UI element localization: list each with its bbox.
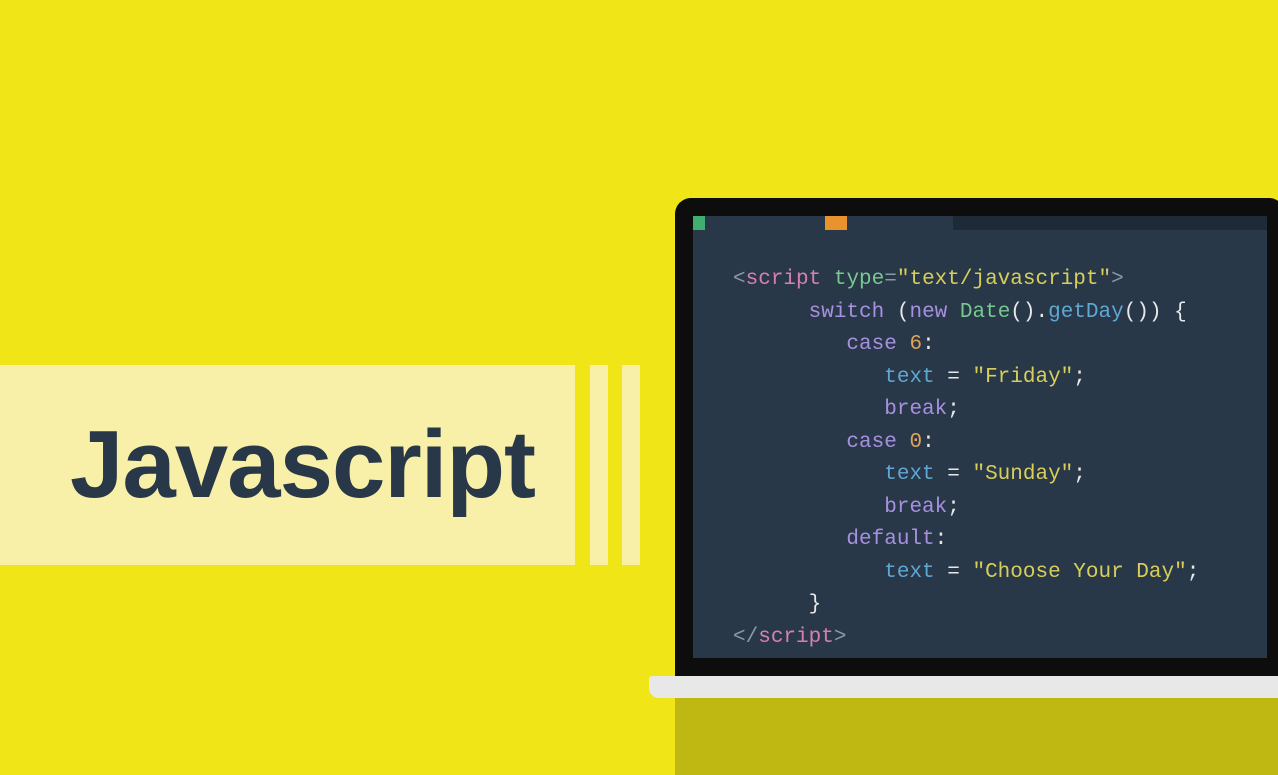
title-text: Javascript bbox=[70, 410, 535, 520]
code-token: (). bbox=[1010, 301, 1048, 324]
code-token: switch bbox=[809, 301, 885, 324]
code-token: ; bbox=[1073, 463, 1086, 486]
code-token: ; bbox=[1073, 366, 1086, 389]
code-token: "Sunday" bbox=[972, 463, 1073, 486]
code-token: 0 bbox=[897, 431, 922, 454]
code-token: > bbox=[834, 626, 847, 649]
code-token: break bbox=[884, 398, 947, 421]
code-token: script bbox=[758, 626, 834, 649]
code-token: </ bbox=[733, 626, 758, 649]
code-token: : bbox=[935, 528, 948, 551]
tab-indicator-green bbox=[693, 216, 705, 230]
title-banner: Javascript bbox=[0, 365, 575, 565]
code-token: 6 bbox=[897, 333, 922, 356]
decorative-stripe bbox=[622, 365, 640, 565]
tab-inactive-area bbox=[953, 216, 1267, 230]
code-token: = bbox=[935, 561, 973, 584]
code-token: default bbox=[846, 528, 934, 551]
code-token: "Choose Your Day" bbox=[972, 561, 1186, 584]
code-token: ; bbox=[947, 398, 960, 421]
code-token: new bbox=[909, 301, 947, 324]
code-token: ()) { bbox=[1124, 301, 1187, 324]
laptop-frame: <script type="text/javascript"> switch (… bbox=[675, 198, 1278, 676]
code-token: ; bbox=[947, 496, 960, 519]
code-token: getDay bbox=[1048, 301, 1124, 324]
laptop-shadow bbox=[675, 695, 1278, 775]
code-token: "Friday" bbox=[972, 366, 1073, 389]
code-token: text bbox=[884, 366, 934, 389]
code-token: > bbox=[1111, 268, 1124, 291]
code-editor-screen: <script type="text/javascript"> switch (… bbox=[693, 216, 1267, 658]
code-token: type bbox=[821, 268, 884, 291]
code-token: = bbox=[884, 268, 897, 291]
code-token: script bbox=[746, 268, 822, 291]
tab-indicator-orange bbox=[825, 216, 847, 230]
code-token: break bbox=[884, 496, 947, 519]
code-token: "text/javascript" bbox=[897, 268, 1111, 291]
decorative-stripe bbox=[590, 365, 608, 565]
code-token: text bbox=[884, 561, 934, 584]
code-token: ( bbox=[897, 301, 910, 324]
code-token: : bbox=[922, 431, 935, 454]
laptop-base bbox=[649, 676, 1278, 698]
code-token: ; bbox=[1187, 561, 1200, 584]
laptop-illustration: <script type="text/javascript"> switch (… bbox=[675, 198, 1278, 698]
code-token: = bbox=[935, 366, 973, 389]
code-token: Date bbox=[947, 301, 1010, 324]
code-token: text bbox=[884, 463, 934, 486]
code-token: : bbox=[922, 333, 935, 356]
code-token: } bbox=[809, 593, 822, 616]
code-token: case bbox=[846, 431, 896, 454]
code-block: <script type="text/javascript"> switch (… bbox=[733, 264, 1247, 655]
code-token: case bbox=[846, 333, 896, 356]
code-token: < bbox=[733, 268, 746, 291]
code-token: = bbox=[935, 463, 973, 486]
